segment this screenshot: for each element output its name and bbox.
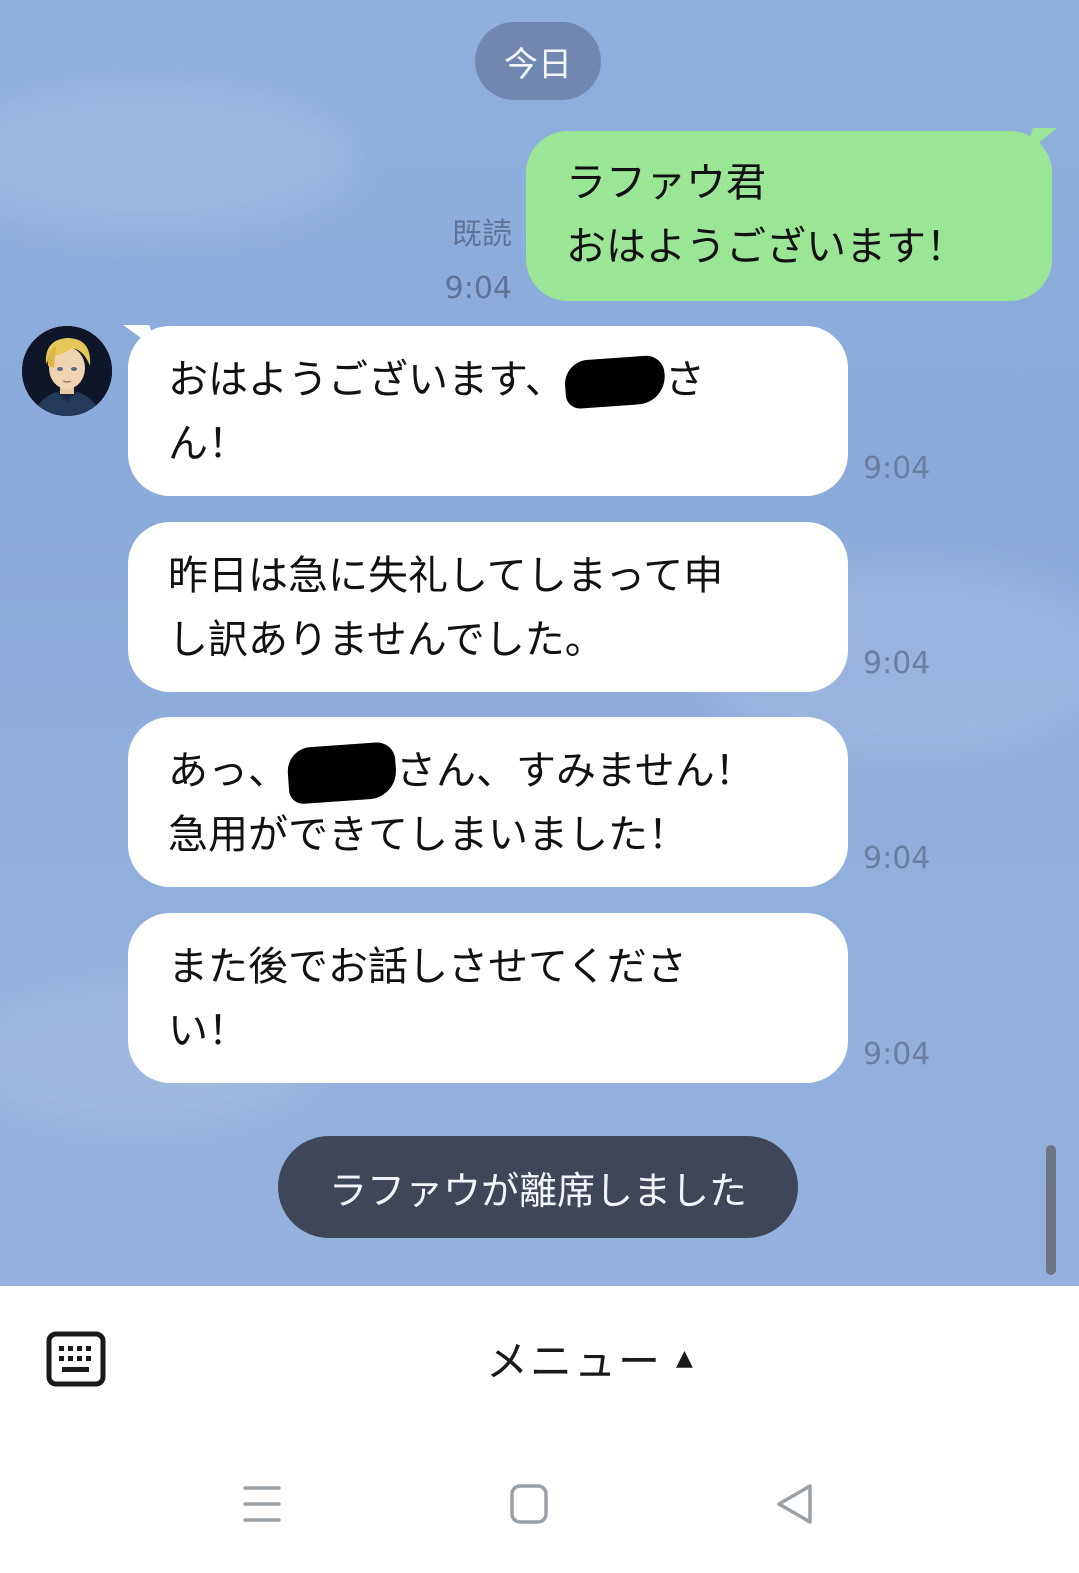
system-notice-text: ラファウが離席しました [328, 1168, 747, 1213]
menu-button[interactable]: メニュー ▲ [486, 1330, 695, 1386]
recent-apps-button[interactable] [237, 1480, 287, 1530]
message-time: 9:04 [863, 646, 931, 681]
message-line: ラファウ君 [566, 160, 766, 206]
back-button[interactable] [770, 1480, 820, 1530]
date-separator: 今日 [475, 22, 601, 100]
message-time: 9:04 [863, 841, 931, 876]
message-line: し訳ありませんでした。 [168, 617, 605, 663]
message-line: 急用ができてしまいました！ [168, 812, 688, 858]
received-message-bubble[interactable]: また後でお話しさせてくださ い！ [128, 913, 848, 1083]
redacted-name [286, 741, 398, 805]
received-message-bubble[interactable]: あっ、 さん、すみません！ 急用ができてしまいました！ [128, 717, 848, 887]
message-line: さん、すみません！ [396, 748, 755, 794]
message-line: おはようございます、 [168, 357, 565, 403]
date-label: 今日 [504, 44, 572, 85]
message-suffix: さ [664, 357, 705, 403]
message-time: 9:04 [863, 1037, 931, 1072]
menu-label: メニュー [486, 1336, 663, 1386]
sent-time: 9:04 [444, 271, 512, 306]
recent-apps-icon [243, 1486, 281, 1522]
background-cloud [0, 80, 360, 240]
home-button[interactable] [504, 1480, 554, 1530]
message-line: い！ [168, 1008, 248, 1054]
message-line: おはようございます！ [566, 224, 966, 270]
system-notice: ラファウが離席しました [278, 1136, 798, 1238]
message-time: 9:04 [863, 451, 931, 486]
message-line: 昨日は急に失礼してしまって申 [168, 553, 724, 599]
triangle-up-icon: ▲ [676, 1345, 695, 1371]
back-icon [777, 1484, 812, 1524]
sent-message-bubble[interactable]: ラファウ君 おはようございます！ [526, 131, 1052, 301]
home-icon [510, 1484, 548, 1524]
avatar-image [22, 326, 112, 416]
received-message-bubble[interactable]: 昨日は急に失礼してしまって申 し訳ありませんでした。 [128, 522, 848, 692]
scrollbar[interactable] [1046, 1145, 1056, 1275]
message-line: ん！ [168, 421, 248, 467]
read-receipt: 既読 9:04 [430, 208, 512, 316]
read-label: 既読 [452, 217, 512, 252]
received-message-bubble[interactable]: おはようございます、 さ ん！ [128, 326, 848, 496]
chat-area[interactable]: 今日 既読 9:04 ラファウ君 おはようございます！ おはようございます、 さ … [0, 0, 1079, 1286]
redacted-name [563, 354, 667, 410]
message-prefix: あっ、 [168, 748, 288, 794]
contact-avatar[interactable] [22, 326, 112, 416]
message-line: また後でお話しさせてくださ [168, 944, 687, 990]
keyboard-icon [46, 1331, 106, 1387]
keyboard-toggle-button[interactable] [46, 1331, 106, 1387]
